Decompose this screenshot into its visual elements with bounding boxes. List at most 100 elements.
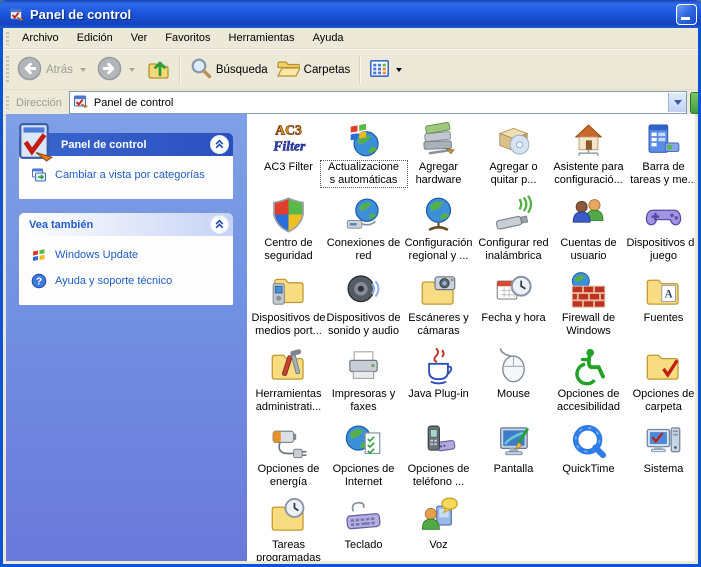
folders-button[interactable]: Carpetas <box>272 54 355 85</box>
add-hardware-icon <box>418 118 459 160</box>
control-panel-item-java-plug-in[interactable]: Java Plug-in <box>401 345 476 421</box>
control-panel-item-fecha-y-hora[interactable]: Fecha y hora <box>476 269 551 345</box>
control-panel-item-dispositivos-de-sonido-y-audio[interactable]: Dispositivos de sonido y audio <box>326 269 401 345</box>
control-panel-item-configuracion-regional-y[interactable]: Configuración regional y ... <box>401 194 476 270</box>
security-center-icon <box>268 194 309 236</box>
folder-options-icon <box>643 345 684 387</box>
network-connections-icon <box>343 194 384 236</box>
control-panel-item-opciones-de-accesibilidad[interactable]: Opciones de accesibilidad <box>551 345 626 421</box>
collapse-button[interactable] <box>210 135 229 154</box>
item-label: Voz <box>429 538 448 551</box>
control-panel-item-configurar-red-inalambrica[interactable]: Configurar red inalámbrica <box>476 194 551 270</box>
icon-view-area: AC3 Filter AC3 Filter Actualizacione s auto… <box>247 114 695 561</box>
control-panel-item-centro-de-seguridad[interactable]: Centro de seguridad <box>251 194 326 270</box>
addressbar-grip-handle[interactable] <box>6 96 9 109</box>
control-panel-item-asistente-para-configuracio[interactable]: Asistente para configuració... <box>551 118 626 194</box>
control-panel-item-voz[interactable]: Voz <box>401 496 476 561</box>
task-link-label: Windows Update <box>55 249 139 261</box>
printers-faxes-icon <box>343 345 384 387</box>
control-panel-icon <box>13 120 55 165</box>
menu-item-ayuda[interactable]: Ayuda <box>304 30 353 46</box>
chevron-up-icon <box>212 136 227 154</box>
control-panel-item-pantalla[interactable]: Pantalla <box>476 420 551 496</box>
control-panel-item-impresoras-y-faxes[interactable]: Impresoras y faxes <box>326 345 401 421</box>
windows-update-icon <box>31 247 47 266</box>
menubar-grip-handle[interactable] <box>6 31 9 45</box>
forward-icon <box>97 56 122 84</box>
address-location-icon <box>73 93 89 112</box>
search-button[interactable]: Búsqueda <box>186 55 272 84</box>
title-bar[interactable]: Panel de control <box>0 0 701 28</box>
task-link-cambiar-a-vista-por-categorias[interactable]: Cambiar a vista por categorías <box>31 167 227 186</box>
windows-firewall-icon <box>568 269 609 311</box>
control-panel-item-teclado[interactable]: Teclado <box>326 496 401 561</box>
mouse-icon <box>493 345 534 387</box>
address-combo[interactable]: Panel de control <box>68 91 687 114</box>
power-options-icon <box>268 420 309 462</box>
up-folder-icon <box>146 56 170 83</box>
panel-title: Vea también <box>29 218 94 231</box>
minimize-button[interactable] <box>676 4 697 25</box>
control-panel-item-conexiones-de-red[interactable]: Conexiones de red <box>326 194 401 270</box>
chevron-down-icon <box>673 100 682 105</box>
control-panel-item-fuentes[interactable]: A Fuentes <box>626 269 695 345</box>
address-dropdown-button[interactable] <box>668 93 686 112</box>
display-icon <box>493 420 534 462</box>
back-dropdown-icon[interactable] <box>79 67 86 72</box>
forward-button[interactable] <box>93 54 142 86</box>
toolbar-grip-handle[interactable] <box>6 55 9 84</box>
control-panel-item-herramientas-administrati[interactable]: Herramientas administrati... <box>251 345 326 421</box>
go-button[interactable] <box>690 91 698 114</box>
accessibility-icon <box>568 345 609 387</box>
control-panel-item-dispositivos-de-juego[interactable]: Dispositivos de juego <box>626 194 695 270</box>
address-value: Panel de control <box>93 96 174 109</box>
forward-dropdown-icon[interactable] <box>128 67 135 72</box>
control-panel-item-opciones-de-telefono[interactable]: Opciones de teléfono ... <box>401 420 476 496</box>
menu-item-favoritos[interactable]: Favoritos <box>156 30 219 46</box>
menu-item-archivo[interactable]: Archivo <box>13 30 68 46</box>
item-label: Fuentes <box>643 312 684 325</box>
sounds-audio-icon <box>343 269 384 311</box>
control-panel-item-opciones-de-internet[interactable]: Opciones de Internet <box>326 420 401 496</box>
see-also-panel: Vea también Windows Update ? Ayuda y sopor… <box>19 213 233 305</box>
item-label: Sistema <box>643 463 684 476</box>
control-panel-item-firewall-de-windows[interactable]: Firewall de Windows <box>551 269 626 345</box>
control-panel-item-mouse[interactable]: Mouse <box>476 345 551 421</box>
control-panel-item-quicktime[interactable]: QuickTime <box>551 420 626 496</box>
panel-header[interactable]: Vea también <box>19 213 233 236</box>
ac3-filter-icon: AC3 Filter <box>268 118 309 160</box>
back-button[interactable]: Atrás <box>13 54 93 86</box>
category-view-icon <box>31 167 47 186</box>
control-panel-item-opciones-de-carpeta[interactable]: Opciones de carpeta <box>626 345 695 421</box>
taskbar-start-menu-icon <box>643 118 684 160</box>
menu-item-herramientas[interactable]: Herramientas <box>220 30 304 46</box>
address-label: Dirección <box>16 96 62 109</box>
control-panel-item-ac3-filter[interactable]: AC3 Filter AC3 Filter <box>251 118 326 194</box>
system-icon <box>643 420 684 462</box>
control-panel-item-cuentas-de-usuario[interactable]: Cuentas de usuario <box>551 194 626 270</box>
control-panel-item-agregar-hardware[interactable]: Agregar hardware <box>401 118 476 194</box>
control-panel-item-dispositivos-de-medios-port[interactable]: Dispositivos de medios port... <box>251 269 326 345</box>
item-label: Dispositivos de juego <box>626 236 696 262</box>
views-dropdown-icon[interactable] <box>396 67 403 72</box>
views-button[interactable] <box>366 57 409 83</box>
scheduled-tasks-icon <box>268 496 309 538</box>
chevron-up-icon <box>212 216 227 234</box>
scanners-cameras-icon <box>418 269 459 311</box>
collapse-button[interactable] <box>210 215 229 234</box>
control-panel-item-tareas-programadas[interactable]: Tareas programadas <box>251 496 326 561</box>
control-panel-item-sistema[interactable]: Sistema <box>626 420 695 496</box>
menu-item-edicion[interactable]: Edición <box>68 30 122 46</box>
up-button[interactable] <box>142 54 174 85</box>
control-panel-item-escaneres-y-camaras[interactable]: Escáneres y cámaras <box>401 269 476 345</box>
control-panel-item-agregar-o-quitar-p[interactable]: Agregar o quitar p... <box>476 118 551 194</box>
keyboard-icon <box>343 496 384 538</box>
menu-item-ver[interactable]: Ver <box>122 30 157 46</box>
control-panel-item-actualizacione-s-automaticas[interactable]: Actualizacione s automáticas <box>319 118 408 194</box>
task-link-windows-update[interactable]: Windows Update <box>31 247 227 266</box>
control-panel-item-opciones-de-energia[interactable]: Opciones de energía <box>251 420 326 496</box>
svg-text:?: ? <box>36 277 42 288</box>
phone-modem-icon <box>418 420 459 462</box>
control-panel-item-barra-de-tareas-y-me[interactable]: Barra de tareas y me... <box>626 118 695 194</box>
task-link-ayuda-y-soporte-tecnico[interactable]: ? Ayuda y soporte técnico <box>31 273 227 292</box>
